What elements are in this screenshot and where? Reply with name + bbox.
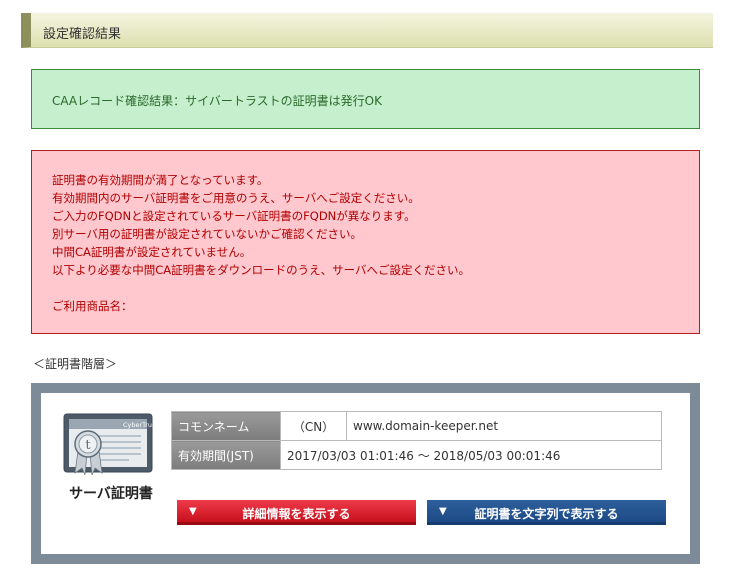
certificate-panel-inner: CyberTrust t サーバ証明書 コモンネーム （CN） www.doma… [41,393,690,554]
section-title: 設定確認結果 [43,27,122,42]
certificate-panel: CyberTrust t サーバ証明書 コモンネーム （CN） www.doma… [31,383,700,564]
show-certificate-text-button[interactable]: ▼ 証明書を文字列で表示する [427,500,666,525]
svg-text:CyberTrust: CyberTrust [123,421,158,429]
caa-result-box: CAAレコード確認結果：サイバートラストの証明書は発行OK [31,69,700,129]
product-name-label: ご利用商品名： [52,299,133,313]
section-header: 設定確認結果 [21,13,713,48]
error-line: 証明書の有効期間が満了となっています。 [52,173,269,187]
certificate-caption: サーバ証明書 [69,486,153,502]
certificate-hierarchy-label: ＜証明書階層＞ [33,357,118,371]
table-row: 有効期間(JST) 2017/03/03 01:01:46 〜 2018/05/… [171,440,662,470]
show-details-button[interactable]: ▼ 詳細情報を表示する [177,500,416,525]
svg-text:t: t [85,438,91,453]
show-certificate-text-label: 証明書を文字列で表示する [474,507,619,521]
error-line: 以下より必要な中間CA証明書をダウンロードのうえ、サーバへご設定ください。 [52,263,471,277]
show-details-label: 詳細情報を表示する [242,507,351,521]
error-line: ご入力のFQDNと設定されているサーバ証明書のFQDNが異なります。 [52,209,416,223]
error-line: 有効期間内のサーバ証明書をご用意のうえ、サーバへご設定ください。 [52,191,420,205]
caa-result-message: CAAレコード確認結果：サイバートラストの証明書は発行OK [52,94,382,108]
common-name-value: www.domain-keeper.net [346,411,662,441]
error-line: 中間CA証明書が設定されていません。 [52,245,252,259]
table-row: コモンネーム （CN） www.domain-keeper.net [171,411,662,441]
certificate-icon: CyberTrust t [63,413,161,483]
certificate-info-table: コモンネーム （CN） www.domain-keeper.net 有効期間(J… [171,411,662,470]
error-box: 証明書の有効期間が満了となっています。 有効期間内のサーバ証明書をご用意のうえ、… [31,150,700,334]
validity-label: 有効期間(JST) [171,440,281,470]
error-line: 別サーバ用の証明書が設定されていないかご確認ください。 [52,227,363,241]
common-name-label: コモンネーム [171,411,281,441]
common-name-tag: （CN） [280,411,347,441]
validity-value: 2017/03/03 01:01:46 〜 2018/05/03 00:01:4… [280,440,662,470]
